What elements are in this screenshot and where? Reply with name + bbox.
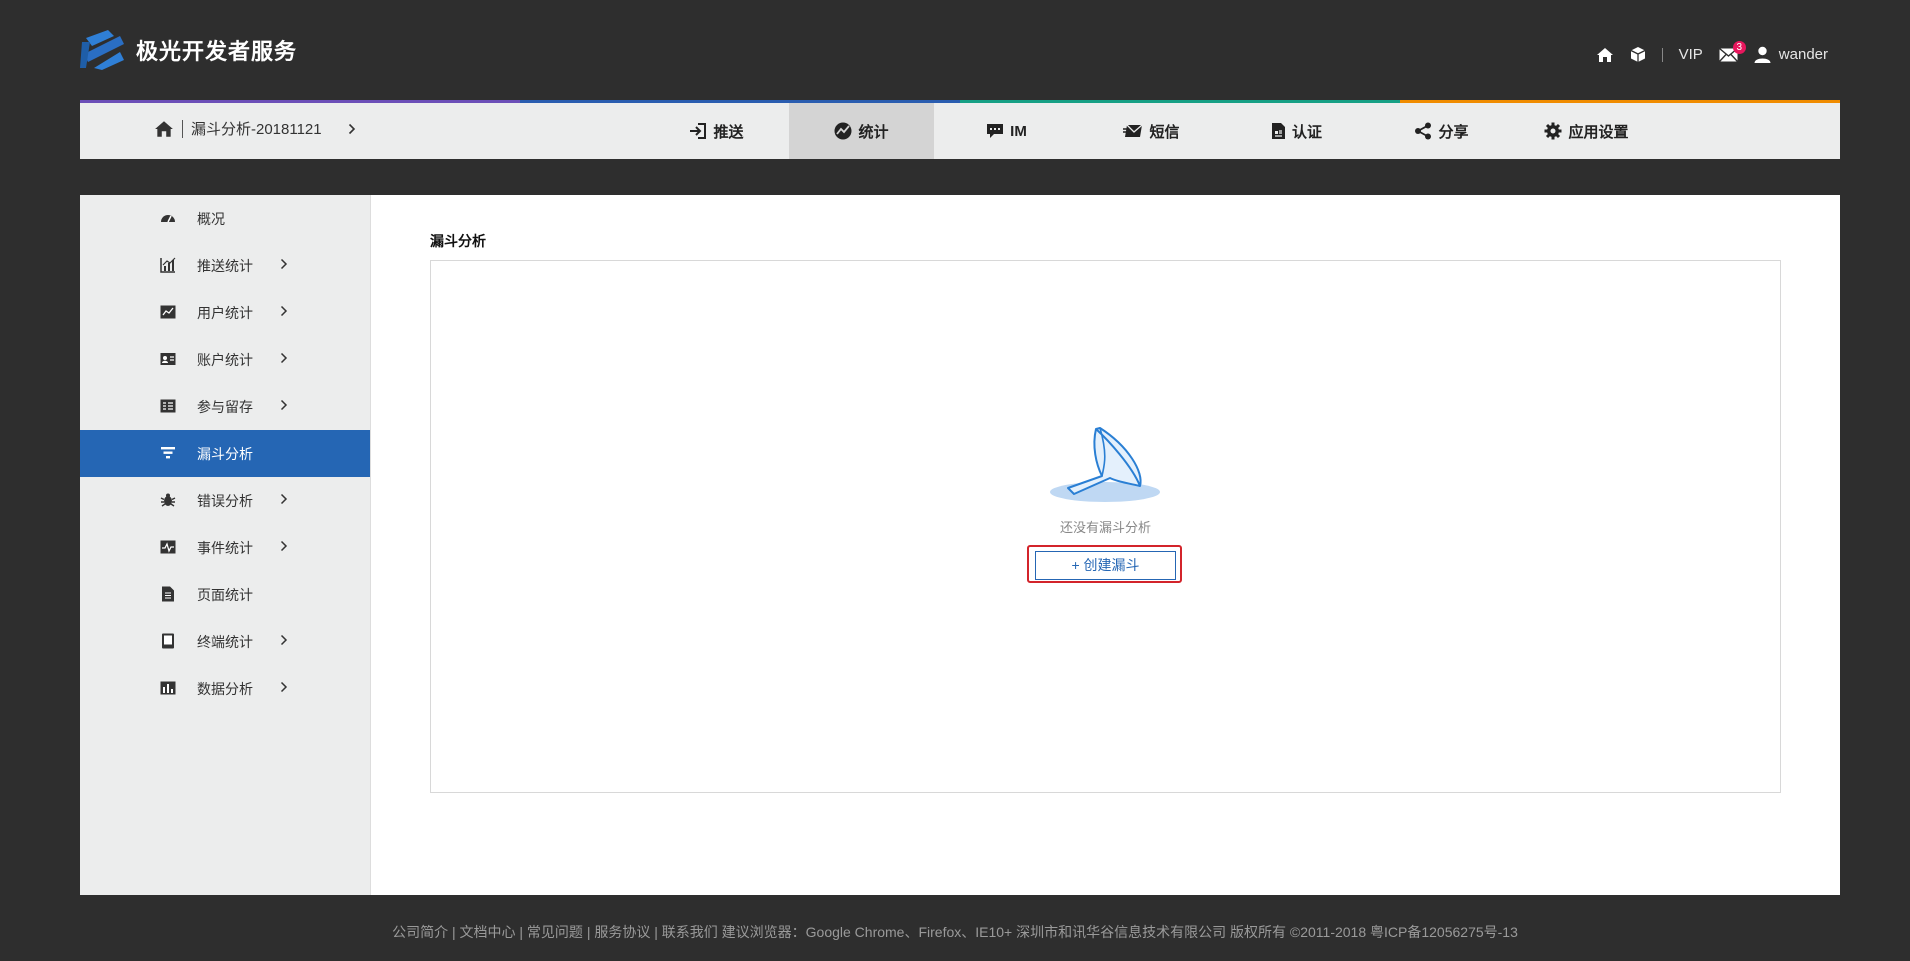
tab-verify[interactable]: 认证: [1224, 103, 1369, 159]
chevron-right-icon: [280, 399, 288, 411]
products-button[interactable]: [1630, 46, 1646, 63]
sidebar: 概况 推送统计 用户统计 账户统计 参与留存 漏斗分析 错误分析 事件统计 页面…: [80, 195, 371, 895]
home-icon[interactable]: [154, 120, 174, 138]
brand-name: 极光开发者服务: [136, 40, 298, 65]
footer: 公司简介 | 文档中心 | 常见问题 | 服务协议 | 联系我们 建议浏览器：G…: [392, 924, 1518, 940]
retention-table-icon: [160, 399, 176, 413]
sidebar-item-events[interactable]: 事件统计: [80, 524, 370, 571]
messages-button[interactable]: 3: [1718, 40, 1746, 62]
funnel-illustration-icon: [1050, 427, 1160, 502]
chevron-right-icon: [280, 634, 288, 646]
top-right-toolbar: VIP 3 wander: [1580, 40, 1828, 63]
brand-logo[interactable]: 极光开发者服务: [80, 28, 297, 72]
home-icon: [1596, 47, 1613, 62]
create-funnel-button[interactable]: + 创建漏斗: [1035, 551, 1176, 580]
tab-label: 短信: [1149, 123, 1180, 141]
stats-icon: [834, 122, 852, 140]
sidebar-item-label: 用户统计: [197, 304, 253, 321]
tab-share[interactable]: 分享: [1369, 103, 1514, 159]
gear-icon: [1544, 122, 1562, 140]
tab-stats[interactable]: 统计: [789, 103, 934, 159]
cube-icon: [1630, 47, 1645, 62]
id-card-icon: [1271, 123, 1285, 139]
tab-label: 分享: [1438, 123, 1469, 141]
sidebar-item-label: 账户统计: [197, 351, 253, 368]
sidebar-item-label: 终端统计: [197, 633, 253, 650]
tab-push[interactable]: 推送: [644, 103, 789, 159]
chevron-right-icon: [280, 681, 288, 693]
sidebar-item-label: 页面统计: [197, 586, 253, 603]
sidebar-item-devices[interactable]: 终端统计: [80, 618, 370, 665]
user-menu[interactable]: wander: [1754, 46, 1828, 63]
sidebar-item-label: 数据分析: [197, 680, 253, 697]
user-icon: [1754, 46, 1771, 63]
sidebar-item-retention[interactable]: 参与留存: [80, 383, 370, 430]
unread-count-badge: 3: [1732, 40, 1746, 54]
account-card-icon: [160, 353, 176, 365]
chevron-right-icon[interactable]: [348, 123, 356, 135]
empty-state-text: 还没有漏斗分析: [1059, 520, 1151, 535]
sidebar-item-label: 参与留存: [197, 398, 253, 415]
sidebar-item-account-stats[interactable]: 账户统计: [80, 336, 370, 383]
document-icon: [162, 586, 174, 602]
sidebar-item-label: 概况: [197, 210, 225, 227]
sidebar-item-pages[interactable]: 页面统计: [80, 571, 370, 618]
toolbar-divider: [1661, 47, 1663, 62]
sidebar-item-overview[interactable]: 概况: [80, 195, 370, 242]
chevron-right-icon: [280, 258, 288, 270]
bug-icon: [160, 493, 176, 507]
tab-label: 推送: [713, 123, 744, 141]
top-bar: 极光开发者服务 VIP 3 wander: [0, 0, 1910, 100]
sidebar-item-funnel[interactable]: 漏斗分析: [80, 430, 370, 477]
tab-label: 应用设置: [1568, 123, 1629, 141]
line-chart-icon: [160, 305, 176, 319]
envelope-send-icon: [1123, 124, 1143, 137]
app-nav-bar: 漏斗分析-20181121 推送 统计 IM 短信 认证 分享 应用设置: [80, 100, 1840, 159]
sidebar-item-push-stats[interactable]: 推送统计: [80, 242, 370, 289]
breadcrumb: 漏斗分析-20181121: [154, 118, 356, 139]
area-chart-icon: [160, 257, 176, 273]
tablet-icon: [162, 633, 174, 649]
funnel-list-box: 还没有漏斗分析 + 创建漏斗: [430, 260, 1781, 793]
tab-im[interactable]: IM: [934, 103, 1079, 159]
chevron-right-icon: [280, 540, 288, 552]
sidebar-item-label: 推送统计: [197, 257, 253, 274]
tab-label: 统计: [858, 123, 889, 141]
username: wander: [1778, 46, 1828, 63]
main-panel: 概况 推送统计 用户统计 账户统计 参与留存 漏斗分析 错误分析 事件统计 页面…: [80, 195, 1840, 895]
sidebar-item-label: 事件统计: [197, 539, 253, 556]
share-icon: [1415, 122, 1432, 140]
sign-in-icon: [690, 123, 707, 139]
chat-icon: [987, 124, 1004, 138]
tab-app-settings[interactable]: 应用设置: [1514, 103, 1659, 159]
chevron-right-icon: [280, 305, 288, 317]
breadcrumb-divider: [182, 119, 183, 138]
tab-label: 认证: [1291, 123, 1322, 141]
event-pulse-icon: [160, 540, 176, 554]
sidebar-item-label: 错误分析: [197, 492, 253, 509]
funnel-icon: [161, 447, 175, 459]
vip-link[interactable]: VIP: [1679, 46, 1703, 63]
tab-label: IM: [1010, 122, 1027, 140]
dashboard-icon: [161, 215, 175, 223]
tab-sms[interactable]: 短信: [1079, 103, 1224, 159]
home-button[interactable]: [1596, 47, 1614, 63]
chevron-right-icon: [280, 352, 288, 364]
page-title: 漏斗分析: [430, 233, 486, 249]
jiguang-logo-icon: [80, 30, 124, 70]
sidebar-item-label: 漏斗分析: [197, 445, 253, 462]
sidebar-item-data-analysis[interactable]: 数据分析: [80, 665, 370, 712]
sidebar-item-user-stats[interactable]: 用户统计: [80, 289, 370, 336]
bar-chart-icon: [160, 681, 176, 695]
chevron-right-icon: [280, 493, 288, 505]
content-area: 漏斗分析 还没有漏斗分析 + 创建漏斗: [370, 195, 1840, 895]
product-tabs: 推送 统计 IM 短信 认证 分享 应用设置: [644, 103, 1659, 159]
sidebar-item-errors[interactable]: 错误分析: [80, 477, 370, 524]
app-selector[interactable]: 漏斗分析-20181121: [191, 118, 322, 139]
